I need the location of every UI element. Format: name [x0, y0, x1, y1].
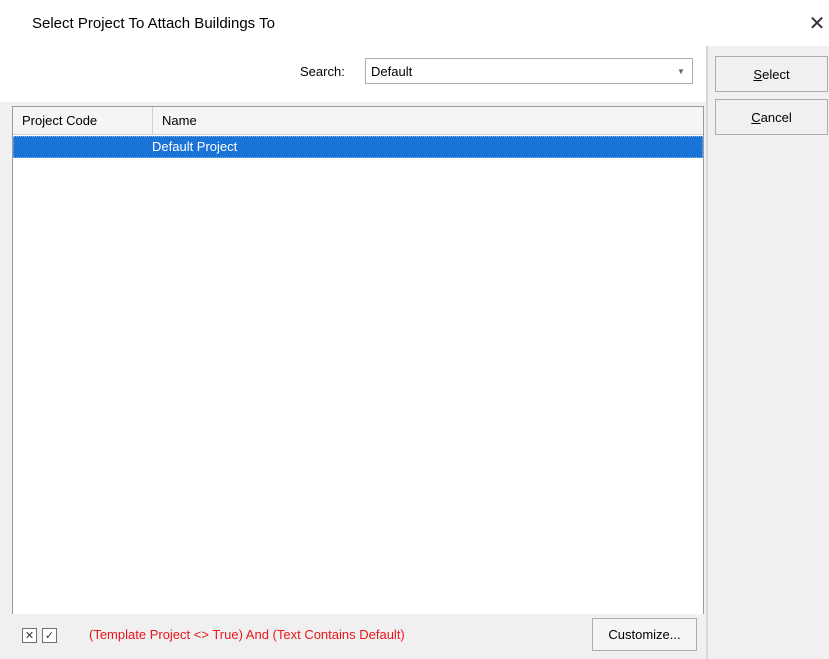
- select-button[interactable]: Select: [715, 56, 828, 92]
- cancel-button[interactable]: Cancel: [715, 99, 828, 135]
- cancel-mnemonic: C: [751, 109, 761, 125]
- column-header-name[interactable]: Name: [153, 107, 703, 134]
- title-bar: Select Project To Attach Buildings To ✕: [0, 0, 829, 46]
- chevron-down-icon[interactable]: ▼: [670, 59, 692, 83]
- close-icon: ✕: [808, 12, 826, 35]
- select-label-rest: elect: [762, 66, 790, 82]
- cell-name: Default Project: [152, 139, 238, 154]
- panel-divider: [706, 46, 708, 659]
- check-icon: ✓: [44, 630, 55, 642]
- grid-header: Project Code Name: [13, 107, 703, 135]
- close-icon: ✕: [24, 630, 35, 642]
- close-button[interactable]: ✕: [805, 8, 829, 38]
- enable-filter-checkbox[interactable]: ✓: [42, 628, 57, 643]
- table-row[interactable]: Default Project: [13, 136, 703, 158]
- search-label: Search:: [300, 64, 345, 79]
- filter-expression[interactable]: (Template Project <> True) And (Text Con…: [89, 627, 405, 642]
- clear-filter-button[interactable]: ✕: [22, 628, 37, 643]
- dialog-body: Search: ▼ Project Code Name Default Proj…: [0, 46, 829, 659]
- cancel-label-rest: ancel: [760, 109, 792, 125]
- cell-project-code: [14, 137, 152, 157]
- search-combobox[interactable]: ▼: [365, 58, 693, 84]
- select-mnemonic: S: [753, 66, 763, 82]
- column-header-project-code[interactable]: Project Code: [13, 107, 153, 134]
- customize-button[interactable]: Customize...: [592, 618, 697, 651]
- project-grid[interactable]: Project Code Name Default Project: [12, 106, 704, 658]
- search-input[interactable]: [366, 59, 662, 83]
- window-title: Select Project To Attach Buildings To: [32, 15, 275, 32]
- search-row: Search: ▼: [0, 46, 706, 102]
- filter-bar: ✕ ✓ (Template Project <> True) And (Text…: [12, 614, 704, 658]
